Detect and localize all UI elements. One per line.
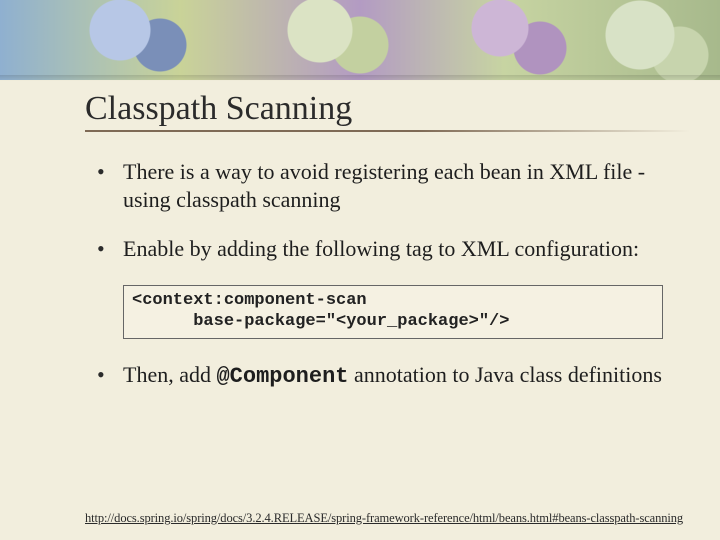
bullet-item: There is a way to avoid registering each… [91, 158, 680, 213]
bullet-text: Enable by adding the following tag to XM… [123, 236, 639, 261]
slide-title: Classpath Scanning [85, 90, 680, 132]
bullet-item: Then, add @Component annotation to Java … [91, 361, 680, 391]
slide-body: Classpath Scanning There is a way to avo… [85, 90, 680, 413]
decorative-banner [0, 0, 720, 80]
bullet-text-part: Then, add [123, 362, 216, 387]
bullet-text-part: annotation to Java class definitions [349, 362, 662, 387]
bullet-text: There is a way to avoid registering each… [123, 159, 645, 212]
code-snippet: <context:component-scan base-package="<y… [123, 285, 663, 340]
bullet-list: Then, add @Component annotation to Java … [85, 361, 680, 391]
reference-link[interactable]: http://docs.spring.io/spring/docs/3.2.4.… [85, 511, 683, 526]
bullet-item: Enable by adding the following tag to XM… [91, 235, 680, 263]
bullet-list: There is a way to avoid registering each… [85, 158, 680, 263]
inline-code: @Component [216, 364, 348, 389]
